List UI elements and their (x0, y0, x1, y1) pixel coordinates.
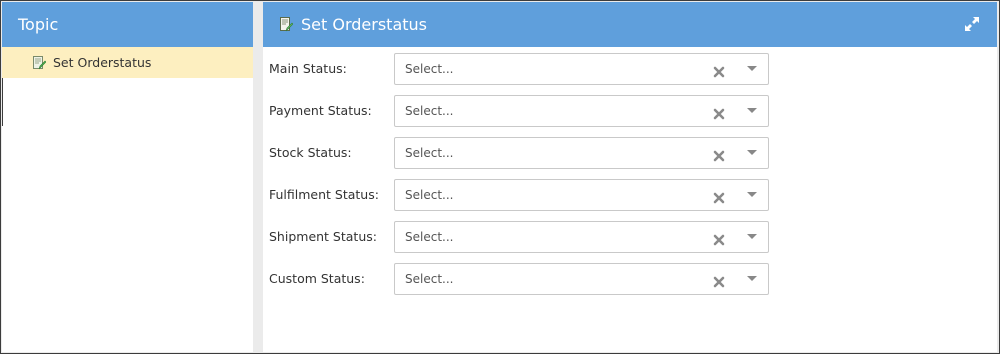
panel-divider (2, 78, 3, 126)
custom-status-placeholder: Select... (405, 272, 454, 286)
main-status-label: Main Status: (269, 61, 347, 76)
clear-icon[interactable] (713, 63, 725, 78)
fulfilment-status-row: Fulfilment Status: Select... (263, 179, 783, 211)
tree-item-set-orderstatus[interactable]: Set Orderstatus (2, 47, 253, 78)
shipment-status-placeholder: Select... (405, 230, 454, 244)
shipment-status-label: Shipment Status: (269, 229, 377, 244)
orderstatus-panel-header: Set Orderstatus (263, 2, 997, 47)
custom-status-select[interactable]: Select... (394, 263, 769, 295)
chevron-down-icon[interactable] (747, 150, 757, 155)
chevron-down-icon[interactable] (747, 192, 757, 197)
chevron-down-icon[interactable] (747, 108, 757, 113)
stock-status-label: Stock Status: (269, 145, 352, 160)
topic-panel-title: Topic (18, 15, 59, 34)
payment-status-label: Payment Status: (269, 103, 372, 118)
shipment-status-row: Shipment Status: Select... (263, 221, 783, 253)
orderstatus-panel: Set Orderstatus Main Status: Select... P… (263, 2, 997, 352)
payment-status-select[interactable]: Select... (394, 95, 769, 127)
fulfilment-status-label: Fulfilment Status: (269, 187, 379, 202)
custom-status-row: Custom Status: Select... (263, 263, 783, 295)
expand-icon[interactable] (964, 16, 980, 32)
topic-panel: Topic Set Orderstatus (2, 2, 253, 352)
clear-icon[interactable] (713, 231, 725, 246)
main-status-select[interactable]: Select... (394, 53, 769, 85)
stock-status-select[interactable]: Select... (394, 137, 769, 169)
document-edit-icon (279, 17, 294, 32)
clear-icon[interactable] (713, 105, 725, 120)
tree-item-label: Set Orderstatus (53, 55, 152, 70)
chevron-down-icon[interactable] (747, 66, 757, 71)
stock-status-placeholder: Select... (405, 146, 454, 160)
fulfilment-status-select[interactable]: Select... (394, 179, 769, 211)
stock-status-row: Stock Status: Select... (263, 137, 783, 169)
clear-icon[interactable] (713, 273, 725, 288)
page-title: Set Orderstatus (301, 15, 427, 34)
main-status-row: Main Status: Select... (263, 53, 783, 85)
document-edit-icon (32, 55, 47, 70)
main-status-placeholder: Select... (405, 62, 454, 76)
shipment-status-select[interactable]: Select... (394, 221, 769, 253)
custom-status-label: Custom Status: (269, 271, 365, 286)
chevron-down-icon[interactable] (747, 234, 757, 239)
topic-panel-header: Topic (2, 2, 253, 47)
clear-icon[interactable] (713, 147, 725, 162)
fulfilment-status-placeholder: Select... (405, 188, 454, 202)
payment-status-row: Payment Status: Select... (263, 95, 783, 127)
payment-status-placeholder: Select... (405, 104, 454, 118)
clear-icon[interactable] (713, 189, 725, 204)
chevron-down-icon[interactable] (747, 276, 757, 281)
